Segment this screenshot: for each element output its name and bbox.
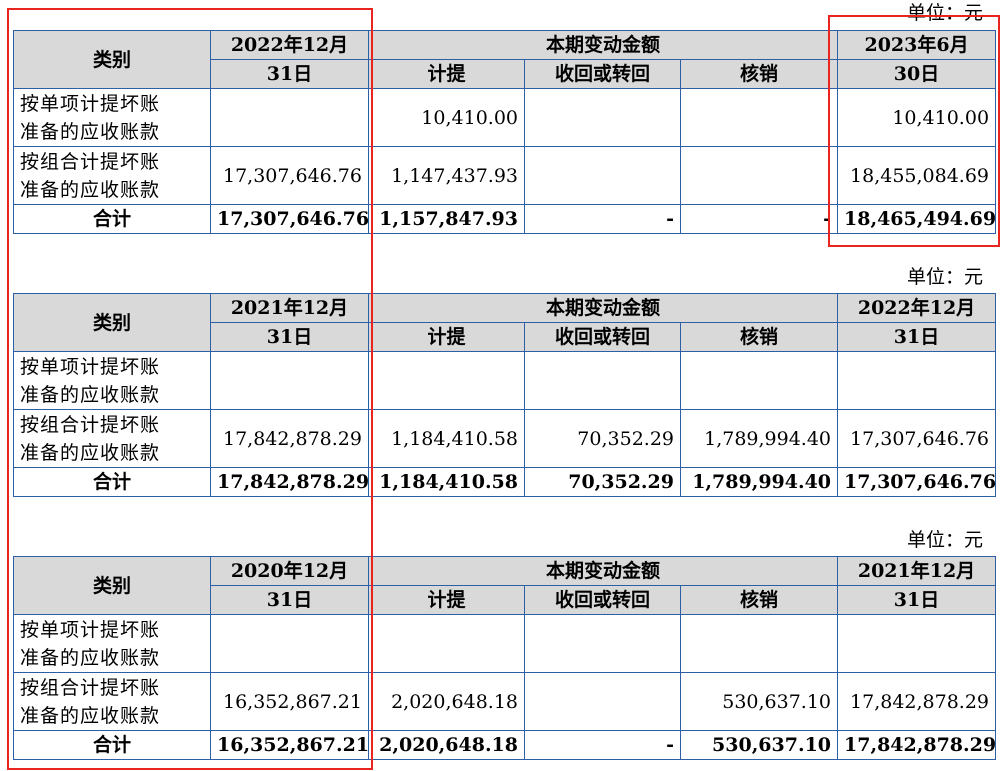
- table-row: 按单项计提坏账 准备的应收账款: [13, 351, 997, 410]
- total-start: 17,842,878.29: [210, 467, 369, 497]
- header-start-date-line2: 31日: [210, 59, 369, 89]
- header-start-date-line2: 31日: [210, 585, 369, 615]
- header-writeoff: 核销: [679, 59, 839, 89]
- total-provision: 1,157,847.93: [368, 204, 525, 234]
- total-row: 合计 17,307,646.76 1,157,847.93 - - 18,465…: [13, 204, 996, 234]
- cell-writeoff: [679, 614, 839, 673]
- total-start: 17,307,646.76: [210, 204, 369, 234]
- bad-debt-table-2023: 类别 2022年12月 本期变动金额 2023年6月 31日 计提 收回或转回 …: [13, 30, 996, 234]
- cell-recovery: [524, 614, 681, 673]
- cell-provision: 10,410.00: [368, 88, 525, 147]
- total-recovery: -: [524, 204, 681, 234]
- header-end-date-line2: 31日: [837, 585, 997, 615]
- header-provision: 计提: [368, 59, 525, 89]
- total-label: 合计: [13, 730, 211, 760]
- cell-recovery: [524, 146, 681, 205]
- header-change-group: 本期变动金额: [367, 556, 839, 586]
- header-provision: 计提: [368, 322, 525, 352]
- table-row: 按组合计提坏账 准备的应收账款 16,352,867.21 2,020,648.1…: [13, 672, 997, 731]
- total-writeoff: -: [679, 204, 839, 234]
- unit-label: 单位：元: [906, 529, 983, 551]
- cell-provision: 1,147,437.93: [368, 146, 525, 205]
- cell-recovery: [524, 672, 681, 731]
- header-recovery: 收回或转回: [524, 59, 681, 89]
- total-writeoff: 1,789,994.40: [679, 467, 839, 497]
- total-provision: 1,184,410.58: [368, 467, 525, 497]
- table-row: 按组合计提坏账 准备的应收账款 17,842,878.29 1,184,410.5…: [13, 409, 997, 468]
- row-label: 按单项计提坏账 准备的应收账款: [13, 614, 211, 673]
- cell-writeoff: [679, 351, 839, 410]
- header-start-date: 2021年12月: [210, 293, 369, 323]
- cell-provision: 1,184,410.58: [368, 409, 525, 468]
- total-row: 合计 16,352,867.21 2,020,648.18 - 530,637.…: [13, 730, 996, 760]
- total-recovery: -: [524, 730, 681, 760]
- row-label: 按组合计提坏账 准备的应收账款: [13, 146, 211, 205]
- total-writeoff: 530,637.10: [679, 730, 839, 760]
- total-row: 合计 17,842,878.29 1,184,410.58 70,352.29 …: [13, 467, 996, 497]
- cell-writeoff: 1,789,994.40: [679, 409, 839, 468]
- header-end-date: 2023年6月: [837, 30, 997, 60]
- unit-label: 单位：元: [906, 2, 983, 24]
- total-provision: 2,020,648.18: [368, 730, 525, 760]
- cell-end: [837, 614, 997, 673]
- header-end-date: 2021年12月: [837, 556, 997, 586]
- total-recovery: 70,352.29: [524, 467, 681, 497]
- header-recovery: 收回或转回: [524, 322, 681, 352]
- table-row: 按组合计提坏账 准备的应收账款 17,307,646.76 1,147,437.9…: [13, 146, 997, 205]
- cell-recovery: 70,352.29: [524, 409, 681, 468]
- row-label: 按组合计提坏账 准备的应收账款: [13, 672, 211, 731]
- cell-end: 18,455,084.69: [837, 146, 997, 205]
- header-category: 类别: [13, 293, 211, 352]
- header-start-date: 2022年12月: [210, 30, 369, 60]
- bad-debt-table-2021: 类别 2020年12月 本期变动金额 2021年12月 31日 计提 收回或转回…: [13, 556, 996, 760]
- row-label: 按组合计提坏账 准备的应收账款: [13, 409, 211, 468]
- cell-writeoff: [679, 88, 839, 147]
- total-start: 16,352,867.21: [210, 730, 369, 760]
- total-label: 合计: [13, 204, 211, 234]
- header-end-date-line2: 31日: [837, 322, 997, 352]
- header-end-date-line2: 30日: [837, 59, 997, 89]
- row-label: 按单项计提坏账 准备的应收账款: [13, 88, 211, 147]
- cell-provision: [368, 351, 525, 410]
- cell-start: 17,842,878.29: [210, 409, 369, 468]
- header-recovery: 收回或转回: [524, 585, 681, 615]
- header-provision: 计提: [368, 585, 525, 615]
- header-writeoff: 核销: [679, 322, 839, 352]
- header-change-group: 本期变动金额: [367, 293, 839, 323]
- total-end: 17,307,646.76: [837, 467, 996, 497]
- cell-start: [210, 614, 369, 673]
- total-label: 合计: [13, 467, 211, 497]
- cell-start: 17,307,646.76: [210, 146, 369, 205]
- cell-provision: 2,020,648.18: [368, 672, 525, 731]
- header-start-date: 2020年12月: [210, 556, 369, 586]
- cell-start: 16,352,867.21: [210, 672, 369, 731]
- cell-writeoff: [679, 146, 839, 205]
- header-end-date: 2022年12月: [837, 293, 997, 323]
- total-end: 18,465,494.69: [837, 204, 996, 234]
- cell-end: 10,410.00: [837, 88, 997, 147]
- header-category: 类别: [13, 556, 211, 615]
- unit-label: 单位：元: [906, 266, 983, 288]
- table-row: 按单项计提坏账 准备的应收账款: [13, 614, 997, 673]
- cell-end: 17,842,878.29: [837, 672, 997, 731]
- header-start-date-line2: 31日: [210, 322, 369, 352]
- total-end: 17,842,878.29: [837, 730, 996, 760]
- header-category: 类别: [13, 30, 211, 89]
- cell-recovery: [524, 88, 681, 147]
- cell-start: [210, 351, 369, 410]
- header-writeoff: 核销: [679, 585, 839, 615]
- row-label: 按单项计提坏账 准备的应收账款: [13, 351, 211, 410]
- cell-writeoff: 530,637.10: [679, 672, 839, 731]
- cell-recovery: [524, 351, 681, 410]
- bad-debt-table-2022: 类别 2021年12月 本期变动金额 2022年12月 31日 计提 收回或转回…: [13, 293, 996, 497]
- cell-start: [210, 88, 369, 147]
- table-row: 按单项计提坏账 准备的应收账款 10,410.00 10,410.00: [13, 88, 997, 147]
- header-change-group: 本期变动金额: [367, 30, 839, 60]
- cell-end: [837, 351, 997, 410]
- cell-provision: [368, 614, 525, 673]
- cell-end: 17,307,646.76: [837, 409, 997, 468]
